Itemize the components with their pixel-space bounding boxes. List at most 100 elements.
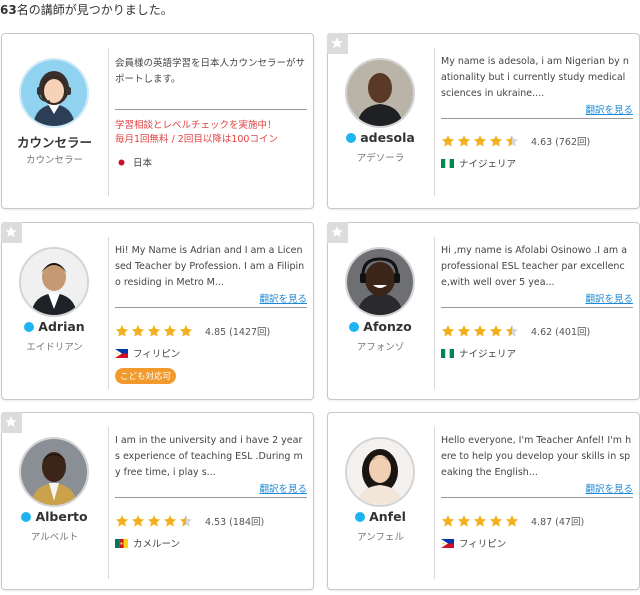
rating-star-icon bbox=[115, 515, 129, 527]
teacher-name-kana: アルベルト bbox=[30, 532, 79, 543]
country-name: カメルーン bbox=[133, 539, 181, 550]
rating-stars bbox=[115, 514, 193, 528]
translate-link[interactable]: 翻訳を見る bbox=[585, 481, 633, 495]
rating-stars bbox=[441, 514, 519, 528]
teacher-card-adesola[interactable]: adesola アデソーラ My name is adesola, i am N… bbox=[327, 33, 640, 209]
translate-link[interactable]: 翻訳を見る bbox=[585, 291, 633, 305]
rating-value: 4.62 (401回) bbox=[531, 327, 591, 338]
online-status-dot bbox=[346, 132, 357, 143]
teacher-intro: My name is adesola, i am Nigerian by nat… bbox=[441, 56, 629, 99]
teacher-name[interactable]: Anfel bbox=[369, 509, 406, 524]
rating-stars bbox=[441, 324, 519, 338]
teacher-intro: Hi! My Name is Adrian and I am a License… bbox=[115, 245, 305, 288]
rating-star-icon bbox=[457, 515, 471, 527]
counselor-card[interactable]: カウンセラー カウンセラー 会員様の英語学習を日本人カウンセラーがサポートします… bbox=[1, 33, 314, 209]
country-name: 日本 bbox=[133, 158, 153, 169]
country-row: フィリピン bbox=[115, 346, 180, 360]
translate-link[interactable]: 翻訳を見る bbox=[259, 481, 307, 495]
country-name: ナイジェリア bbox=[459, 349, 517, 360]
rating-star-icon bbox=[473, 325, 487, 337]
rating-value: 4.53 (184回) bbox=[205, 517, 265, 528]
country-row: 日本 bbox=[115, 155, 152, 169]
teacher-name-kana: アフォンゾ bbox=[356, 342, 405, 353]
result-count-header: 63名の講師が見つかりました。 bbox=[0, 1, 173, 18]
rating-stars bbox=[115, 324, 193, 338]
teacher-intro: 会員様の英語学習を日本人カウンセラーがサポートします。 bbox=[115, 58, 306, 85]
rating-star-icon bbox=[473, 135, 487, 147]
teacher-name[interactable]: カウンセラー bbox=[17, 132, 92, 151]
country-row: カメルーン bbox=[115, 536, 180, 550]
philippines-flag-icon bbox=[441, 538, 454, 548]
teacher-intro: Hello everyone, I'm Teacher Anfel! I'm h… bbox=[441, 435, 632, 478]
favorite-star-icon[interactable] bbox=[1, 222, 22, 243]
teacher-avatar[interactable] bbox=[19, 437, 89, 507]
teacher-card-alberto[interactable]: Alberto アルベルト I am in the university and… bbox=[1, 412, 314, 590]
rating-star-icon bbox=[505, 325, 519, 337]
card-divider bbox=[434, 237, 435, 389]
counselor-avatar bbox=[19, 58, 89, 128]
promo-line-2: 毎月1回無料 / 2回目以降は100コイン bbox=[115, 134, 278, 145]
teacher-intro: I am in the university and i have 2 year… bbox=[115, 435, 303, 478]
online-status-dot bbox=[355, 511, 366, 522]
nigeria-flag-icon bbox=[441, 158, 454, 168]
online-status-dot bbox=[24, 321, 35, 332]
teacher-avatar[interactable] bbox=[345, 247, 415, 317]
teacher-name[interactable]: Alberto bbox=[35, 509, 87, 524]
online-status-dot bbox=[21, 511, 32, 522]
country-name: ナイジェリア bbox=[459, 159, 517, 170]
favorite-star-icon[interactable] bbox=[327, 33, 348, 54]
rating-star-icon bbox=[505, 135, 519, 147]
philippines-flag-icon bbox=[115, 348, 128, 358]
cameroon-flag-icon bbox=[115, 538, 128, 548]
rating-star-icon bbox=[147, 515, 161, 527]
translate-link[interactable]: 翻訳を見る bbox=[585, 102, 633, 116]
rating-star-icon bbox=[163, 325, 177, 337]
teacher-card-anfel[interactable]: Anfel アンフェル Hello everyone, I'm Teacher … bbox=[327, 412, 640, 590]
rating-value: 4.85 (1427回) bbox=[205, 327, 271, 338]
teacher-name-kana: カウンセラー bbox=[25, 155, 83, 166]
online-status-dot bbox=[349, 321, 360, 332]
translate-link[interactable]: 翻訳を見る bbox=[259, 291, 307, 305]
teacher-card-adrian[interactable]: Adrian エイドリアン Hi! My Name is Adrian and … bbox=[1, 222, 314, 400]
card-divider bbox=[434, 427, 435, 579]
teacher-name-kana: アンフェル bbox=[357, 532, 404, 543]
rating-star-icon bbox=[147, 325, 161, 337]
rating-star-icon bbox=[441, 135, 455, 147]
rating-row: 4.85 (1427回) bbox=[115, 324, 270, 338]
teacher-intro: Hi ,my name is Afolabi Osinowo .I am a p… bbox=[441, 245, 628, 288]
favorite-star-icon[interactable] bbox=[327, 222, 348, 243]
teacher-avatar[interactable] bbox=[345, 437, 415, 507]
favorite-star-icon[interactable] bbox=[1, 412, 22, 433]
country-name: フィリピン bbox=[133, 349, 181, 360]
teacher-name[interactable]: Afonzo bbox=[363, 319, 411, 334]
rating-star-icon bbox=[473, 515, 487, 527]
country-row: フィリピン bbox=[441, 536, 506, 550]
rating-stars bbox=[441, 134, 519, 148]
section-divider bbox=[115, 307, 307, 308]
country-row: ナイジェリア bbox=[441, 346, 516, 360]
teacher-name[interactable]: Adrian bbox=[38, 319, 84, 334]
teacher-card-afonzo[interactable]: Afonzo アフォンゾ Hi ,my name is Afolabi Osin… bbox=[327, 222, 640, 400]
promo-text: 学習相談とレベルチェックを実施中！ 毎月1回無料 / 2回目以降は100コイン bbox=[115, 119, 307, 147]
rating-row: 4.63 (762回) bbox=[441, 134, 590, 148]
rating-star-icon bbox=[179, 325, 193, 337]
section-divider bbox=[441, 307, 633, 308]
japan-flag-icon bbox=[118, 159, 125, 165]
result-count: 63 bbox=[0, 3, 17, 17]
section-divider bbox=[115, 497, 307, 498]
teacher-name[interactable]: adesola bbox=[360, 130, 415, 145]
rating-value: 4.87 (47回) bbox=[531, 517, 585, 528]
nigeria-flag-icon bbox=[441, 348, 454, 358]
result-count-text: 名の講師が見つかりました。 bbox=[16, 3, 173, 17]
rating-star-icon bbox=[489, 135, 503, 147]
rating-star-icon bbox=[505, 515, 519, 527]
section-divider bbox=[441, 118, 633, 119]
teacher-avatar[interactable] bbox=[19, 247, 89, 317]
section-divider bbox=[441, 497, 633, 498]
teacher-avatar[interactable] bbox=[345, 58, 415, 128]
rating-star-icon bbox=[163, 515, 177, 527]
kids-ok-badge: こども対応可 bbox=[115, 368, 177, 384]
card-divider bbox=[434, 48, 435, 196]
rating-star-icon bbox=[489, 515, 503, 527]
rating-star-icon bbox=[441, 325, 455, 337]
